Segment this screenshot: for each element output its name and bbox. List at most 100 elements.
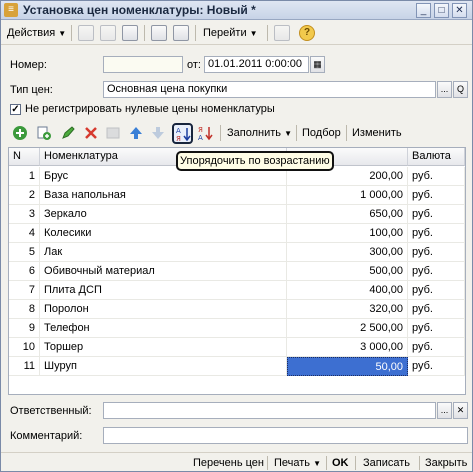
sort-descending-icon[interactable]: ЯA [197,125,213,141]
save-button[interactable]: Записать [363,456,410,470]
item-name-cell[interactable]: Колесики [40,224,287,243]
row-number-cell[interactable]: 9 [9,319,40,338]
delete-row-icon[interactable] [83,125,99,141]
currency-cell[interactable]: руб. [408,319,465,338]
price-list-button[interactable]: Перечень цен [193,456,264,470]
date-field[interactable]: 01.01.2011 0:00:00 [204,56,309,73]
select-button[interactable]: Подбор [302,125,341,141]
price-cell[interactable]: 100,00 [287,224,408,243]
item-name-cell[interactable]: Зеркало [40,205,287,224]
currency-cell[interactable]: руб. [408,243,465,262]
price-type-field[interactable]: Основная цена покупки [103,81,436,98]
price-cell[interactable]: 500,00 [287,262,408,281]
save-doc-icon[interactable] [78,25,94,41]
minimize-button[interactable]: _ [416,3,431,18]
price-cell[interactable]: 650,00 [287,205,408,224]
row-number-cell[interactable]: 6 [9,262,40,281]
price-cell[interactable]: 2 500,00 [287,319,408,338]
toolbar-separator [144,25,145,41]
row-number-cell[interactable]: 11 [9,357,40,376]
table-row[interactable]: 4 Колесики 100,00 руб. [9,224,465,243]
item-name-cell[interactable]: Лак [40,243,287,262]
row-number-cell[interactable]: 1 [9,167,40,186]
item-name-cell[interactable]: Поролон [40,300,287,319]
post-doc-icon[interactable] [100,25,116,41]
item-name-cell[interactable]: Ваза напольная [40,186,287,205]
clear-button[interactable]: ✕ [453,402,468,419]
add-row-icon[interactable] [12,125,28,141]
currency-cell[interactable]: руб. [408,186,465,205]
price-cell[interactable]: 1 000,00 [287,186,408,205]
no-zero-checkbox[interactable]: ✓ [10,104,21,115]
print-menu-button[interactable]: Печать ▼ [274,456,321,470]
ellipsis-button[interactable]: ... [437,402,452,419]
maximize-button[interactable]: □ [434,3,449,18]
edit-row-icon[interactable] [60,125,76,141]
table-row[interactable]: 8 Поролон 320,00 руб. [9,300,465,319]
item-name-cell[interactable]: Торшер [40,338,287,357]
open-button[interactable]: Q [453,81,468,98]
currency-cell[interactable]: руб. [408,357,465,376]
copy-row-icon[interactable] [36,125,52,141]
ok-button[interactable]: OK [332,456,349,470]
responsible-field[interactable] [103,402,436,419]
table-row[interactable]: 11 Шуруп 50,00 руб. [9,357,465,376]
price-cell[interactable]: 50,00 [287,357,408,376]
price-cell[interactable]: 300,00 [287,243,408,262]
description-icon[interactable] [274,25,290,41]
comment-field[interactable] [103,427,468,444]
prices-table[interactable]: N Номенклатура Цена Валюта 1Брус200,00ру… [8,147,466,395]
currency-cell[interactable]: руб. [408,167,465,186]
column-header-n[interactable]: N [9,148,40,166]
price-cell[interactable]: 3 000,00 [287,338,408,357]
change-button[interactable]: Изменить [352,125,402,141]
refresh-icon[interactable] [122,25,138,41]
structure-icon[interactable] [173,25,189,41]
currency-cell[interactable]: руб. [408,205,465,224]
item-name-cell[interactable]: Плита ДСП [40,281,287,300]
new-based-on-icon[interactable] [151,25,167,41]
price-cell[interactable]: 320,00 [287,300,408,319]
move-up-icon[interactable] [128,125,144,141]
row-number-cell[interactable]: 8 [9,300,40,319]
navigate-menu-button[interactable]: Перейти ▼ [203,25,258,41]
row-number-cell[interactable]: 10 [9,338,40,357]
number-field[interactable] [103,56,183,73]
table-row[interactable]: 7 Плита ДСП 400,00 руб. [9,281,465,300]
price-cell[interactable]: 400,00 [287,281,408,300]
item-name-cell[interactable]: Телефон [40,319,287,338]
table-row[interactable]: 6 Обивочный материал 500,00 руб. [9,262,465,281]
currency-cell[interactable]: руб. [408,281,465,300]
item-name-cell[interactable]: Шуруп [40,357,287,376]
toolbar-separator [195,25,196,41]
move-down-icon[interactable] [150,125,166,141]
chevron-down-icon: ▼ [313,459,322,468]
column-header-currency[interactable]: Валюта [408,148,465,166]
currency-cell[interactable]: руб. [408,338,465,357]
ellipsis-button[interactable]: ... [437,81,452,98]
currency-cell[interactable]: руб. [408,262,465,281]
actions-menu-button[interactable]: Действия ▼ [7,25,66,41]
table-row[interactable]: 5 Лак 300,00 руб. [9,243,465,262]
navigate-menu-label: Перейти [203,27,247,39]
row-number-cell[interactable]: 7 [9,281,40,300]
item-name-cell[interactable]: Обивочный материал [40,262,287,281]
table-row[interactable]: 10 Торшер 3 000,00 руб. [9,338,465,357]
table-row[interactable]: 3 Зеркало 650,00 руб. [9,205,465,224]
close-window-button[interactable]: ✕ [452,3,467,18]
close-button[interactable]: Закрыть [425,456,467,470]
row-number-cell[interactable]: 3 [9,205,40,224]
end-edit-icon[interactable] [105,125,121,141]
currency-cell[interactable]: руб. [408,300,465,319]
row-number-cell[interactable]: 5 [9,243,40,262]
table-row[interactable]: 9 Телефон 2 500,00 руб. [9,319,465,338]
calendar-icon[interactable]: ▦ [310,56,325,73]
help-icon[interactable]: ? [299,25,315,41]
chevron-down-icon: ▼ [58,29,67,38]
row-number-cell[interactable]: 2 [9,186,40,205]
row-number-cell[interactable]: 4 [9,224,40,243]
table-row[interactable]: 2 Ваза напольная 1 000,00 руб. [9,186,465,205]
fill-menu-button[interactable]: Заполнить ▼ [227,125,292,141]
sort-ascending-button[interactable]: AЯ [172,123,193,144]
currency-cell[interactable]: руб. [408,224,465,243]
